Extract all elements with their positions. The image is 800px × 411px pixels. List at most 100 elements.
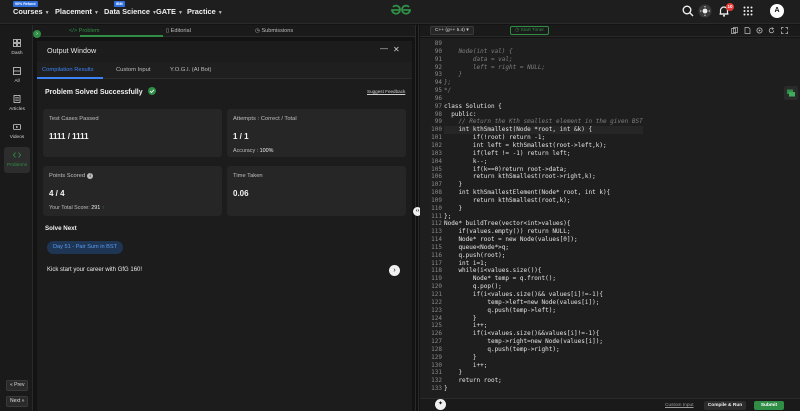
pane-divider[interactable] — [415, 25, 419, 411]
sidebar-item-articles[interactable]: Articles — [4, 91, 30, 117]
settings-icon[interactable] — [756, 27, 763, 34]
lightbulb-icon[interactable]: ✦ — [435, 399, 446, 410]
code-line[interactable]: i++; — [444, 322, 643, 330]
nav-placement-label: Placement — [55, 7, 92, 16]
code-line[interactable]: int kthSmallest(Node *root, int &k) { — [444, 126, 643, 135]
gfg-logo[interactable] — [389, 3, 413, 17]
code-line[interactable]: while(i<values.size()){ — [444, 267, 643, 275]
code-line[interactable]: } — [444, 181, 643, 189]
tab-submissions[interactable]: ◷ Submissions — [255, 25, 293, 37]
suggest-feedback-link[interactable]: Suggest Feedback — [367, 89, 405, 94]
theme-toggle-icon[interactable] — [698, 4, 712, 18]
sidebar-item-dash[interactable]: Dash — [4, 35, 30, 61]
code-line[interactable]: return kthSmallest(root,k); — [444, 197, 643, 205]
code-line[interactable]: int left = kthSmallest(root->left,k); — [444, 142, 643, 150]
code-line[interactable]: if(values.empty()) return NULL; — [444, 228, 643, 236]
chat-icon[interactable] — [784, 86, 798, 100]
info-icon[interactable]: i — [87, 173, 94, 179]
subtab-yogi-ai-bot[interactable]: Y.O.G.I. (AI Bot) — [170, 67, 211, 73]
output-subtabs: Compilation Results Custom Input Y.O.G.I… — [37, 62, 412, 79]
next-button[interactable]: Next » — [6, 396, 29, 407]
subtab-compilation-results[interactable]: Compilation Results — [42, 67, 94, 73]
close-icon[interactable]: ✕ — [393, 45, 400, 54]
chevron-right-icon[interactable]: › — [389, 265, 400, 276]
code-line[interactable]: Node* root = new Node(values[0]); — [444, 236, 643, 244]
code-line[interactable]: left = right = NULL; — [444, 64, 643, 72]
file-icon[interactable] — [744, 27, 751, 34]
line-number: 111 — [431, 212, 442, 220]
prev-button[interactable]: « Prev — [6, 380, 29, 391]
code-line[interactable]: i++; — [444, 362, 643, 370]
code-line[interactable]: } — [444, 354, 643, 362]
sidebar-item-problems[interactable]: Problems — [4, 147, 30, 173]
code-line[interactable]: */ — [444, 87, 643, 95]
avatar[interactable]: A — [770, 4, 784, 18]
code-line[interactable]: q.push(root); — [444, 252, 643, 260]
code-line[interactable]: int kthSmallestElement(Node* root, int k… — [444, 189, 643, 197]
copy-icon[interactable] — [731, 27, 738, 34]
code-line[interactable]: Node* temp = q.front(); — [444, 275, 643, 283]
code-line[interactable]: temp->left=new Node(values[i]); — [444, 299, 643, 307]
code-line[interactable]: } — [444, 205, 643, 213]
code-editor[interactable]: 89 90 91 92 93 94 95 96 97 98 99 100 101 102 103 104 105… — [420, 38, 800, 398]
code-line[interactable]: // Return the Kth smallest element in th… — [444, 118, 642, 126]
chevron-down-icon: ▼ — [93, 10, 99, 16]
custom-input-link[interactable]: Custom Input — [665, 403, 694, 408]
code-line[interactable]: if(left != -1) return left; — [444, 150, 643, 158]
line-number: 133 — [431, 385, 442, 393]
fullscreen-icon[interactable] — [781, 27, 788, 34]
chevron-right-icon[interactable]: › — [33, 30, 41, 38]
tab-editorial[interactable]: ▯ Editorial — [166, 25, 191, 37]
code-line[interactable]: temp->right=new Node(values[i]); — [444, 338, 643, 346]
next-problem-chip[interactable]: Day 51 - Pair Sum in BST — [47, 241, 124, 254]
nav-gate[interactable]: GATE ▼ — [156, 7, 183, 16]
minimize-icon[interactable]: — — [380, 44, 388, 53]
nav-courses[interactable]: Courses ▼ — [13, 7, 50, 16]
code-line[interactable]: class Solution { — [444, 103, 643, 111]
code-content[interactable]: Node(int val) { data = val; left = right… — [444, 40, 643, 393]
code-line[interactable]: if(!root) return -1; — [444, 134, 643, 142]
code-line[interactable]: data = val; — [444, 56, 643, 64]
code-line[interactable]: k--; — [444, 158, 643, 166]
code-line[interactable] — [444, 95, 643, 103]
code-line[interactable]: } — [444, 315, 643, 323]
line-number: 105 — [431, 165, 442, 173]
nav-data-science[interactable]: Data Science ▼ — [104, 7, 157, 16]
apps-grid-icon[interactable] — [741, 4, 755, 18]
code-line[interactable]: if(i<values.size()&&values[i]!=-1){ — [444, 330, 643, 338]
nav-gate-label: GATE — [156, 7, 176, 16]
nav-placement[interactable]: Placement ▼ — [55, 7, 99, 16]
code-line[interactable]: int i=1; — [444, 260, 643, 268]
sidebar-item-label: Dash — [11, 51, 23, 56]
code-line[interactable]: q.pop(); — [444, 283, 643, 291]
search-icon[interactable] — [681, 4, 695, 18]
start-timer-button[interactable]: ◷ Start Timer — [510, 26, 549, 35]
code-line[interactable]: } — [444, 71, 643, 79]
sidebar-item-videos[interactable]: Videos — [4, 119, 30, 145]
code-line[interactable]: return root; — [444, 377, 643, 385]
code-line[interactable] — [444, 40, 643, 48]
code-line[interactable]: return kthSmallest(root->right,k); — [444, 173, 643, 181]
code-line[interactable]: q.push(temp->right); — [444, 346, 643, 354]
sidebar-item-all[interactable]: All — [4, 63, 30, 89]
code-line[interactable]: q.push(temp->left); — [444, 307, 643, 315]
code-line[interactable]: public: — [444, 111, 643, 119]
code-line[interactable]: } — [444, 385, 643, 393]
line-number: 89 — [434, 40, 442, 47]
code-line[interactable]: if(i<values.size()&& values[i]!=-1){ — [444, 291, 643, 299]
nav-practice-label: Practice — [187, 7, 216, 16]
code-line[interactable]: }; — [444, 213, 643, 221]
code-line[interactable]: if(k==0)return root->data; — [444, 166, 643, 174]
reset-icon[interactable] — [768, 27, 775, 34]
line-number: 131 — [431, 369, 442, 377]
code-line[interactable]: Node* buildTree(vector<int>values){ — [444, 220, 643, 228]
submit-button[interactable]: Submit — [754, 401, 784, 410]
nav-practice[interactable]: Practice ▼ — [187, 7, 223, 16]
subtab-custom-input[interactable]: Custom Input — [116, 67, 150, 73]
compile-run-button[interactable]: Compile & Run — [704, 401, 746, 410]
code-line[interactable]: queue<Node*>q; — [444, 244, 643, 252]
code-line[interactable]: } — [444, 369, 643, 377]
code-line[interactable]: }; — [444, 79, 643, 87]
language-select[interactable]: C++ (g++ 5.4) ▾ — [430, 26, 474, 35]
code-line[interactable]: Node(int val) { — [444, 48, 643, 56]
